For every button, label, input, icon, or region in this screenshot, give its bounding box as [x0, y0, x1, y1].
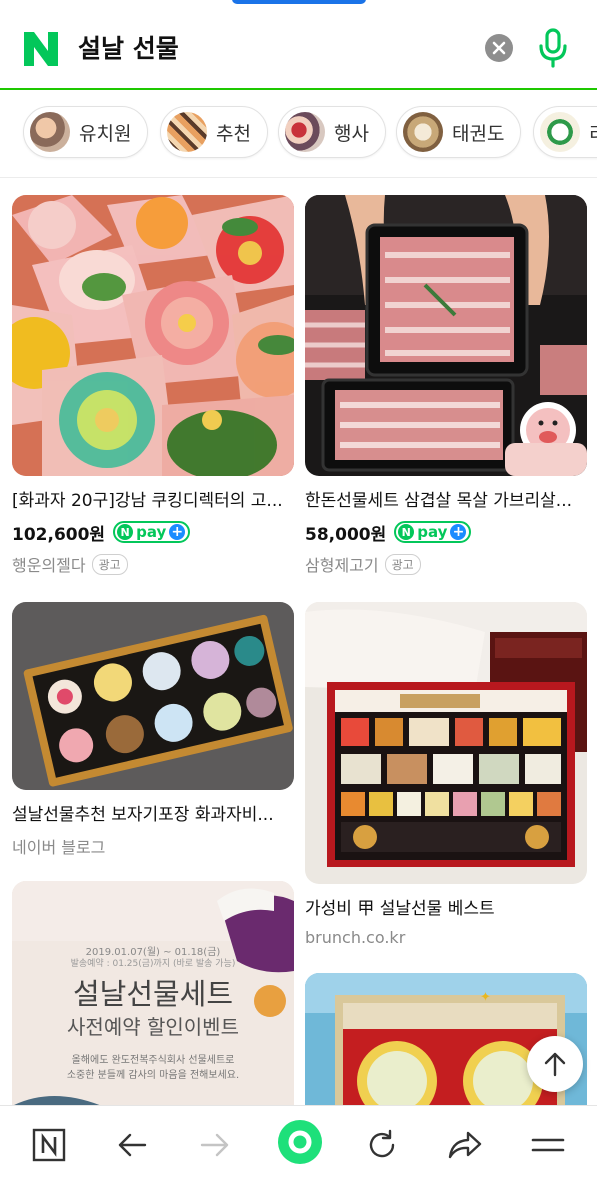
result-title[interactable]: 한돈선물세트 삼겹살 목살 가브리살... [305, 490, 587, 512]
chip-label: 태권도 [452, 122, 505, 145]
event-body-line1: 올해에도 완도전복주식회사 선물세트로 [71, 1055, 235, 1066]
chip-thumbnail [167, 112, 207, 152]
forward-button[interactable] [190, 1120, 240, 1170]
green-dot-icon [278, 1120, 322, 1164]
chip-label: 유치원 [79, 122, 132, 145]
arrow-up-icon [544, 1052, 566, 1077]
related-keyword-chips: 유치원 추천 행사 태권도 리 [0, 92, 597, 178]
scroll-to-top-button[interactable] [527, 1036, 583, 1092]
source-row: brunch.co.kr [305, 928, 587, 947]
share-icon [448, 1131, 482, 1159]
npay-plus-icon: + [169, 524, 186, 540]
image-results-grid: [화과자 20구]강남 쿠킹디렉터의 고... 102,600원 N pay +… [0, 178, 597, 1105]
result-price: 102,600원 [12, 524, 106, 545]
ad-badge: 광고 [91, 553, 128, 575]
menu-button[interactable] [523, 1120, 573, 1170]
npay-badge: N pay + [394, 521, 472, 543]
green-dot-button[interactable] [274, 1116, 326, 1168]
naver-logo-icon[interactable] [22, 30, 60, 68]
chip-label: 행사 [334, 122, 369, 145]
result-card[interactable]: 한돈선물세트 삼겹살 목살 가브리살... 58,000원 N pay + 삼형… [305, 195, 587, 576]
event-headline: 설날선물세트 [72, 977, 234, 1011]
event-shipping: 발송예약 : 01.25(금)까지 (바로 발송 가능) [70, 959, 236, 969]
result-image[interactable]: 2019.01.07(월) ~ 01.18(금) 발송예약 : 01.25(금)… [12, 881, 294, 1105]
menu-icon [531, 1138, 565, 1152]
hangwa-set-photo [305, 602, 587, 884]
source-row: 행운의젤다 광고 [12, 552, 294, 576]
chip-thumbnail [30, 112, 70, 152]
naver-home-icon [32, 1128, 66, 1162]
result-image[interactable] [305, 602, 587, 884]
microphone-icon [539, 28, 567, 68]
result-card[interactable]: 설날선물추천 보자기포장 화과자비... 네이버 블로그 [12, 602, 294, 858]
result-image[interactable] [305, 195, 587, 476]
price-row: 58,000원 N pay + [305, 520, 587, 545]
chip-label: 리 [589, 119, 597, 146]
voice-search-button[interactable] [534, 26, 572, 70]
npay-label: pay [136, 523, 167, 541]
wagashi-photo [12, 195, 294, 476]
wagashi-box-photo [12, 602, 294, 790]
event-subheadline: 사전예약 할인이벤트 [67, 1015, 239, 1039]
npay-n-icon: N [117, 524, 134, 540]
status-pill [232, 0, 366, 4]
npay-badge: N pay + [113, 521, 191, 543]
result-title[interactable]: 설날선물추천 보자기포장 화과자비... [12, 804, 294, 826]
chip-label: 추천 [216, 122, 251, 145]
chip-thumbnail [540, 112, 580, 152]
npay-n-icon: N [398, 524, 415, 540]
result-source: 삼형제고기 [305, 556, 379, 575]
source-row: 삼형제고기 광고 [305, 552, 587, 576]
result-card[interactable]: [화과자 20구]강남 쿠킹디렉터의 고... 102,600원 N pay +… [12, 195, 294, 576]
back-arrow-icon [118, 1133, 147, 1157]
refresh-button[interactable] [357, 1120, 407, 1170]
pork-set-photo [305, 195, 587, 476]
source-row: 네이버 블로그 [12, 834, 294, 858]
result-card[interactable]: 2019.01.07(월) ~ 01.18(금) 발송예약 : 01.25(금)… [12, 881, 294, 1105]
share-button[interactable] [440, 1120, 490, 1170]
chip-kindergarten[interactable]: 유치원 [23, 106, 149, 158]
result-source: 행운의젤다 [12, 556, 86, 575]
price-row: 102,600원 N pay + [12, 520, 294, 545]
chip-thumbnail [285, 112, 325, 152]
chip-event[interactable]: 행사 [278, 106, 386, 158]
npay-label: pay [417, 523, 448, 541]
naver-home-button[interactable] [24, 1120, 74, 1170]
result-source: brunch.co.kr [305, 928, 406, 947]
close-icon [492, 41, 506, 55]
chip-recommend[interactable]: 추천 [160, 106, 268, 158]
result-card[interactable]: 가성비 甲 설날선물 베스트 brunch.co.kr [305, 602, 587, 947]
result-price: 58,000원 [305, 524, 387, 545]
ad-badge: 광고 [384, 553, 421, 575]
chip-thumbnail [403, 112, 443, 152]
svg-text:✦: ✦ [480, 990, 491, 1005]
refresh-icon [369, 1129, 395, 1158]
back-button[interactable] [107, 1120, 157, 1170]
search-query[interactable]: 설날 선물 [78, 30, 179, 68]
chip-more[interactable]: 리 [533, 106, 597, 158]
result-image[interactable] [12, 602, 294, 790]
result-title[interactable]: [화과자 20구]강남 쿠킹디렉터의 고... [12, 490, 294, 512]
status-bar [0, 0, 597, 8]
result-title[interactable]: 가성비 甲 설날선물 베스트 [305, 898, 587, 920]
forward-arrow-icon [200, 1133, 229, 1157]
result-image[interactable] [12, 195, 294, 476]
bottom-navigation-bar [0, 1105, 597, 1200]
event-body-line2: 소중한 분들께 감사의 마음을 전해보세요. [66, 1070, 240, 1081]
search-bar: 설날 선물 [0, 8, 597, 90]
chip-taekwondo[interactable]: 태권도 [396, 106, 522, 158]
npay-plus-icon: + [450, 524, 467, 540]
result-source: 네이버 블로그 [12, 838, 106, 857]
clear-search-button[interactable] [485, 34, 513, 62]
